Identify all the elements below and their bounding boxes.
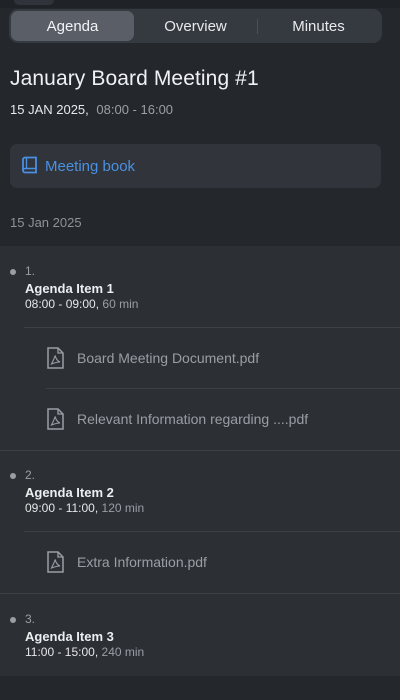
- section-date: 15 Jan 2025: [10, 215, 82, 230]
- tab-overview[interactable]: Overview: [134, 11, 257, 41]
- meeting-book-label: Meeting book: [45, 157, 136, 175]
- agenda-item-duration: 120 min: [101, 501, 145, 515]
- pdf-file-icon: [46, 408, 65, 430]
- agenda-item-number: 3.: [25, 612, 36, 626]
- divider: [0, 593, 400, 594]
- document-name: Relevant Information regarding ....pdf: [77, 411, 309, 427]
- page-title: January Board Meeting #1: [10, 67, 259, 90]
- agenda-item-name: Agenda Item 3: [25, 629, 114, 644]
- divider: [24, 327, 400, 328]
- document-name: Extra Information.pdf: [77, 554, 207, 570]
- agenda-item-time-range: 09:00 - 11:00,: [25, 501, 99, 515]
- agenda-item-name: Agenda Item 2: [25, 485, 114, 500]
- agenda-item-name: Agenda Item 1: [25, 281, 114, 296]
- document-row[interactable]: Board Meeting Document.pdf: [46, 347, 259, 369]
- document-row[interactable]: Relevant Information regarding ....pdf: [46, 408, 308, 430]
- pdf-file-icon: [46, 551, 65, 573]
- document-name: Board Meeting Document.pdf: [77, 350, 260, 366]
- meeting-time: 08:00 - 16:00: [96, 102, 174, 117]
- agenda-item-time: 08:00 - 09:00, 60 min: [25, 297, 138, 311]
- bottom-strip: [0, 676, 400, 700]
- book-icon: [22, 156, 38, 176]
- divider: [24, 531, 400, 532]
- meeting-book-button[interactable]: Meeting book: [10, 144, 381, 188]
- agenda-item-time-range: 08:00 - 09:00,: [25, 297, 100, 311]
- agenda-item-duration: 60 min: [102, 297, 139, 311]
- drag-handle[interactable]: [14, 0, 54, 5]
- meeting-datetime: 15 JAN 2025, 08:00 - 16:00: [10, 102, 173, 117]
- pdf-file-icon: [46, 347, 65, 369]
- tab-minutes[interactable]: Minutes: [257, 11, 380, 41]
- meeting-date: 15 JAN 2025,: [10, 102, 89, 117]
- divider: [0, 450, 400, 451]
- bullet: [10, 269, 16, 275]
- segmented-tabs: Agenda Overview Minutes: [9, 9, 382, 43]
- tab-agenda[interactable]: Agenda: [11, 11, 134, 41]
- agenda-item-number: 1.: [25, 264, 36, 278]
- agenda-item-duration: 240 min: [101, 645, 145, 659]
- agenda-item-number: 2.: [25, 468, 36, 482]
- top-strip: [0, 0, 400, 8]
- bullet: [10, 473, 16, 479]
- agenda-item-time: 11:00 - 15:00, 240 min: [25, 645, 144, 659]
- agenda-item-time-range: 11:00 - 15:00,: [25, 645, 99, 659]
- agenda-item-time: 09:00 - 11:00, 120 min: [25, 501, 144, 515]
- document-row[interactable]: Extra Information.pdf: [46, 551, 207, 573]
- divider: [46, 388, 400, 389]
- bullet: [10, 617, 16, 623]
